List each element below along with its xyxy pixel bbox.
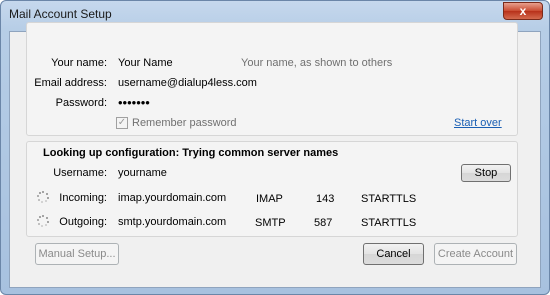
window-title: Mail Account Setup bbox=[9, 7, 112, 21]
remember-password-label: Remember password bbox=[132, 117, 237, 129]
close-button[interactable]: x bbox=[503, 2, 543, 20]
outgoing-security: STARTTLS bbox=[361, 217, 417, 229]
password-field[interactable]: ••••••• bbox=[118, 95, 150, 110]
lookup-status-heading: Looking up configuration: Trying common … bbox=[43, 147, 339, 159]
mail-account-setup-window: Mail Account Setup x Your name: Your Nam… bbox=[0, 0, 550, 295]
create-account-button[interactable]: Create Account bbox=[434, 243, 517, 265]
outgoing-label: Outgoing: bbox=[59, 216, 107, 228]
incoming-server: imap.yourdomain.com bbox=[118, 192, 227, 204]
loading-spinner-icon bbox=[37, 191, 49, 203]
incoming-label: Incoming: bbox=[59, 192, 107, 204]
username-label: Username: bbox=[53, 167, 107, 179]
manual-setup-button[interactable]: Manual Setup... bbox=[35, 243, 119, 265]
incoming-protocol: IMAP bbox=[256, 193, 283, 205]
checkmark-icon: ✓ bbox=[117, 117, 127, 128]
password-label: Password: bbox=[55, 97, 107, 109]
incoming-security: STARTTLS bbox=[361, 193, 417, 205]
outgoing-port: 587 bbox=[314, 217, 333, 229]
loading-spinner-icon bbox=[37, 215, 49, 227]
email-field[interactable]: username@dialup4less.com bbox=[118, 77, 257, 89]
name-label: Your name: bbox=[51, 57, 107, 69]
start-over-link[interactable]: Start over bbox=[454, 117, 502, 129]
email-label: Email address: bbox=[34, 77, 107, 89]
name-hint: Your name, as shown to others bbox=[241, 57, 393, 69]
incoming-port: 143 bbox=[316, 193, 335, 205]
remember-password-checkbox[interactable]: ✓ bbox=[116, 117, 128, 129]
close-icon: x bbox=[519, 4, 527, 18]
cancel-button[interactable]: Cancel bbox=[363, 243, 424, 265]
username-field[interactable]: yourname bbox=[118, 167, 167, 179]
outgoing-server: smtp.yourdomain.com bbox=[118, 216, 227, 228]
name-field[interactable]: Your Name bbox=[118, 57, 173, 69]
outgoing-protocol: SMTP bbox=[255, 217, 286, 229]
stop-button[interactable]: Stop bbox=[461, 164, 511, 182]
